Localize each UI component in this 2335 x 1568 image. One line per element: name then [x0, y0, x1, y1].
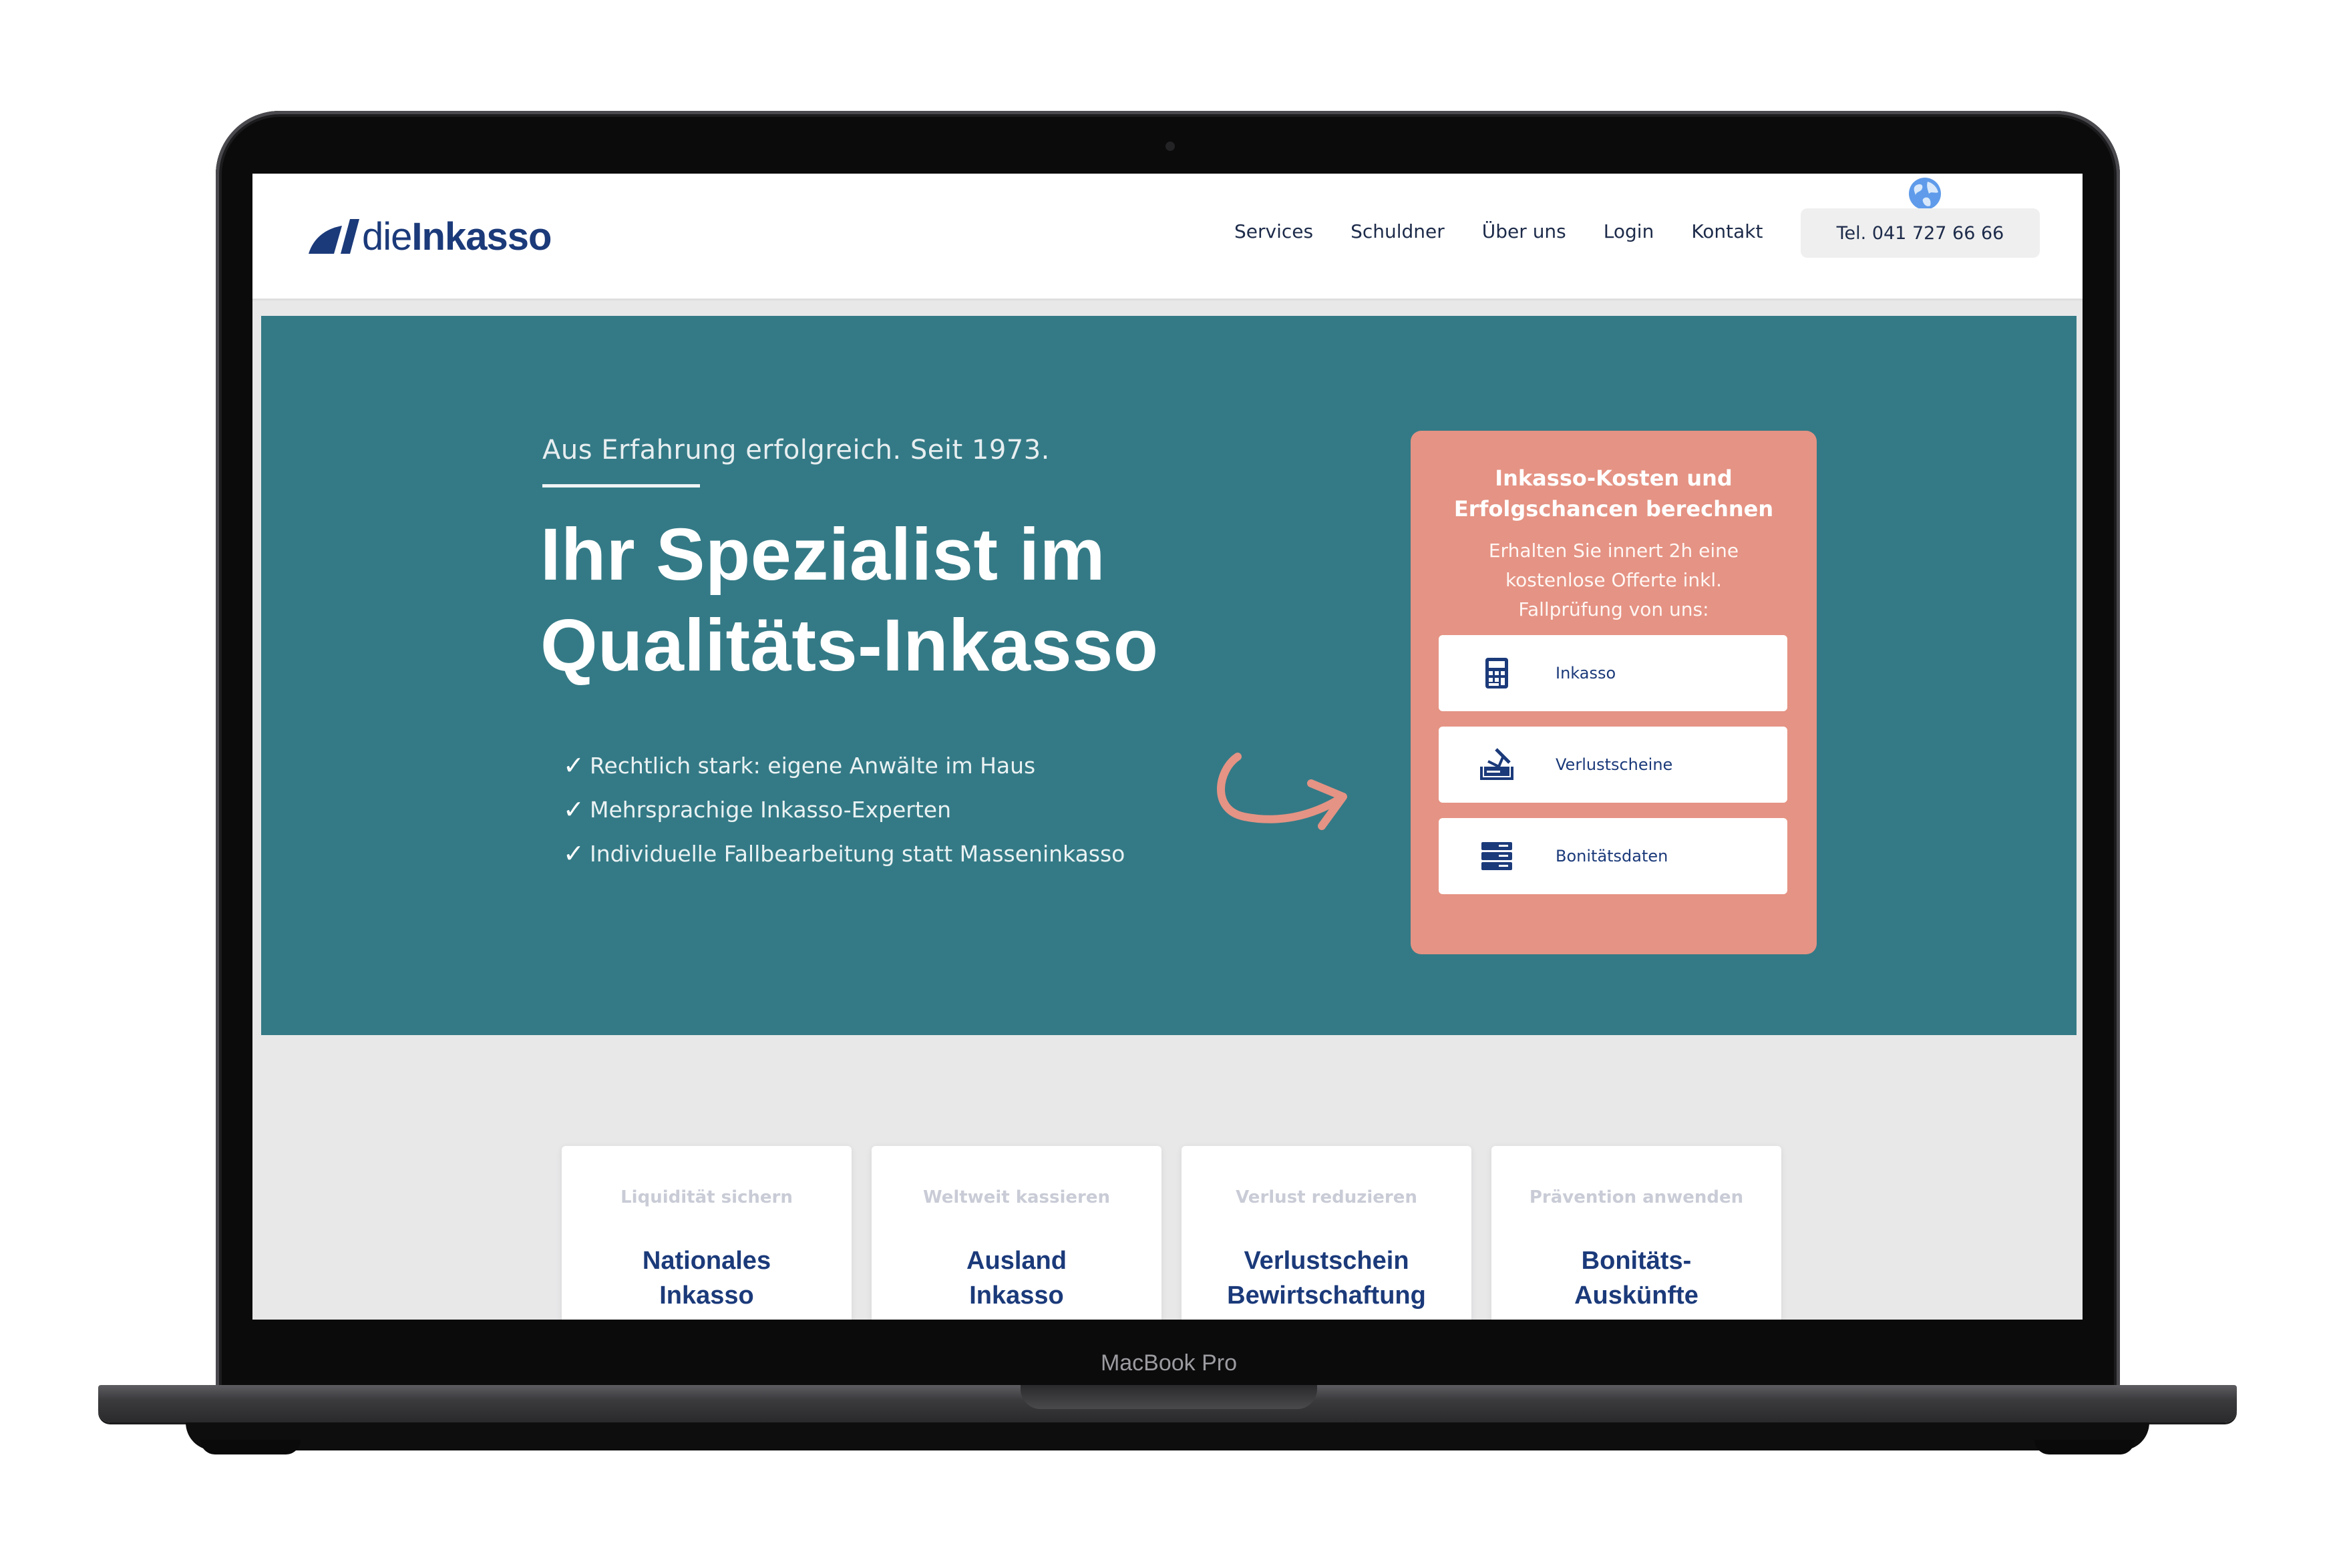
camera-icon — [1165, 142, 1175, 151]
service-card-bonitaet[interactable]: Prävention anwenden Bonitäts- Auskünfte — [1491, 1146, 1781, 1320]
calculator-icon — [1485, 658, 1508, 689]
server-icon — [1481, 842, 1512, 870]
benefit-item: ✓ Mehrsprachige Inkasso-Experten — [563, 795, 952, 824]
benefit-item: ✓ Individuelle Fallbearbeitung statt Mass… — [563, 839, 1125, 868]
hero-title: Ihr Spezialist im Qualitäts-Inkasso — [540, 514, 1159, 687]
nav-ueber-uns[interactable]: Über uns — [1463, 220, 1585, 242]
service-kicker: Liquidität sichern — [620, 1187, 793, 1207]
hero-section: Aus Erfahrung erfolgreich. Seit 1973. Ih… — [261, 316, 2077, 1035]
service-kicker: Weltweit kassieren — [922, 1187, 1111, 1207]
cost-calculator-card: Inkasso-Kosten und Erfolgschancen berechn… — [1411, 431, 1817, 954]
service-title: Verlustschein Bewirtschaftung — [1227, 1247, 1426, 1310]
calculator-text: Erhalten Sie innert 2h eine kostenlose Of… — [1488, 540, 1739, 620]
service-card-nationales-inkasso[interactable]: Liquidität sichern Nationales Inkasso — [562, 1146, 852, 1320]
laptop-bottom — [186, 1422, 2149, 1450]
benefit-item: ✓ Rechtlich stark: eigene Anwälte im Haus — [563, 751, 1036, 780]
nav-services[interactable]: Services — [1234, 220, 1332, 242]
checkmark-icon: ✓ — [563, 751, 584, 780]
hero-benefits: ✓ Rechtlich stark: eigene Anwälte im Haus… — [563, 743, 1125, 875]
service-title: Nationales Inkasso — [642, 1247, 771, 1310]
logo-text: dieInkasso — [362, 214, 552, 258]
hero-underline — [542, 484, 700, 487]
nav-schuldner[interactable]: Schuldner — [1332, 220, 1463, 242]
service-card-verlustschein[interactable]: Verlust reduzieren Verlustschein Bewirtsc… — [1182, 1146, 1471, 1320]
site-logo[interactable]: dieInkasso — [307, 210, 552, 263]
service-card-ausland-inkasso[interactable]: Weltweit kassieren Ausland Inkasso — [872, 1146, 1161, 1320]
device-label: MacBook Pro — [1100, 1350, 1238, 1376]
nav-kontakt[interactable]: Kontakt — [1672, 220, 1781, 242]
curved-arrow-icon — [1217, 753, 1347, 830]
service-kicker: Prävention anwenden — [1529, 1187, 1744, 1207]
logo-mark-icon — [309, 219, 359, 254]
option-verlustscheine-button[interactable]: Verlustscheine — [1439, 727, 1787, 803]
site-header: dieInkasso Services Schuldner Über uns L… — [252, 174, 2083, 301]
phone-button[interactable]: Tel. 041 727 66 66 — [1801, 208, 2040, 258]
checkmark-icon: ✓ — [563, 839, 584, 868]
option-bonitaetsdaten-button[interactable]: Bonitätsdaten — [1439, 818, 1787, 894]
option-label: Verlustscheine — [1556, 755, 1673, 774]
laptop-foot — [200, 1440, 301, 1454]
main-nav: Services Schuldner Über uns Login Kontak… — [1234, 220, 1782, 242]
service-title: Bonitäts- Auskünfte — [1574, 1247, 1698, 1310]
option-label: Bonitätsdaten — [1556, 847, 1668, 865]
document-signing-icon — [1480, 748, 1513, 780]
service-kicker: Verlust reduzieren — [1236, 1187, 1417, 1207]
service-title: Ausland Inkasso — [966, 1247, 1067, 1310]
option-inkasso-button[interactable]: Inkasso — [1439, 635, 1787, 711]
screen: dieInkasso Services Schuldner Über uns L… — [252, 174, 2083, 1320]
checkmark-icon: ✓ — [563, 795, 584, 824]
option-label: Inkasso — [1556, 664, 1616, 682]
laptop-foot — [2034, 1440, 2135, 1454]
hero-subtitle: Aus Erfahrung erfolgreich. Seit 1973. — [542, 435, 1050, 465]
calculator-title: Inkasso-Kosten und Erfolgschancen berechn… — [1453, 465, 1774, 522]
laptop-notch — [1021, 1385, 1317, 1409]
nav-login[interactable]: Login — [1585, 220, 1673, 242]
globe-icon[interactable] — [1908, 176, 1942, 211]
